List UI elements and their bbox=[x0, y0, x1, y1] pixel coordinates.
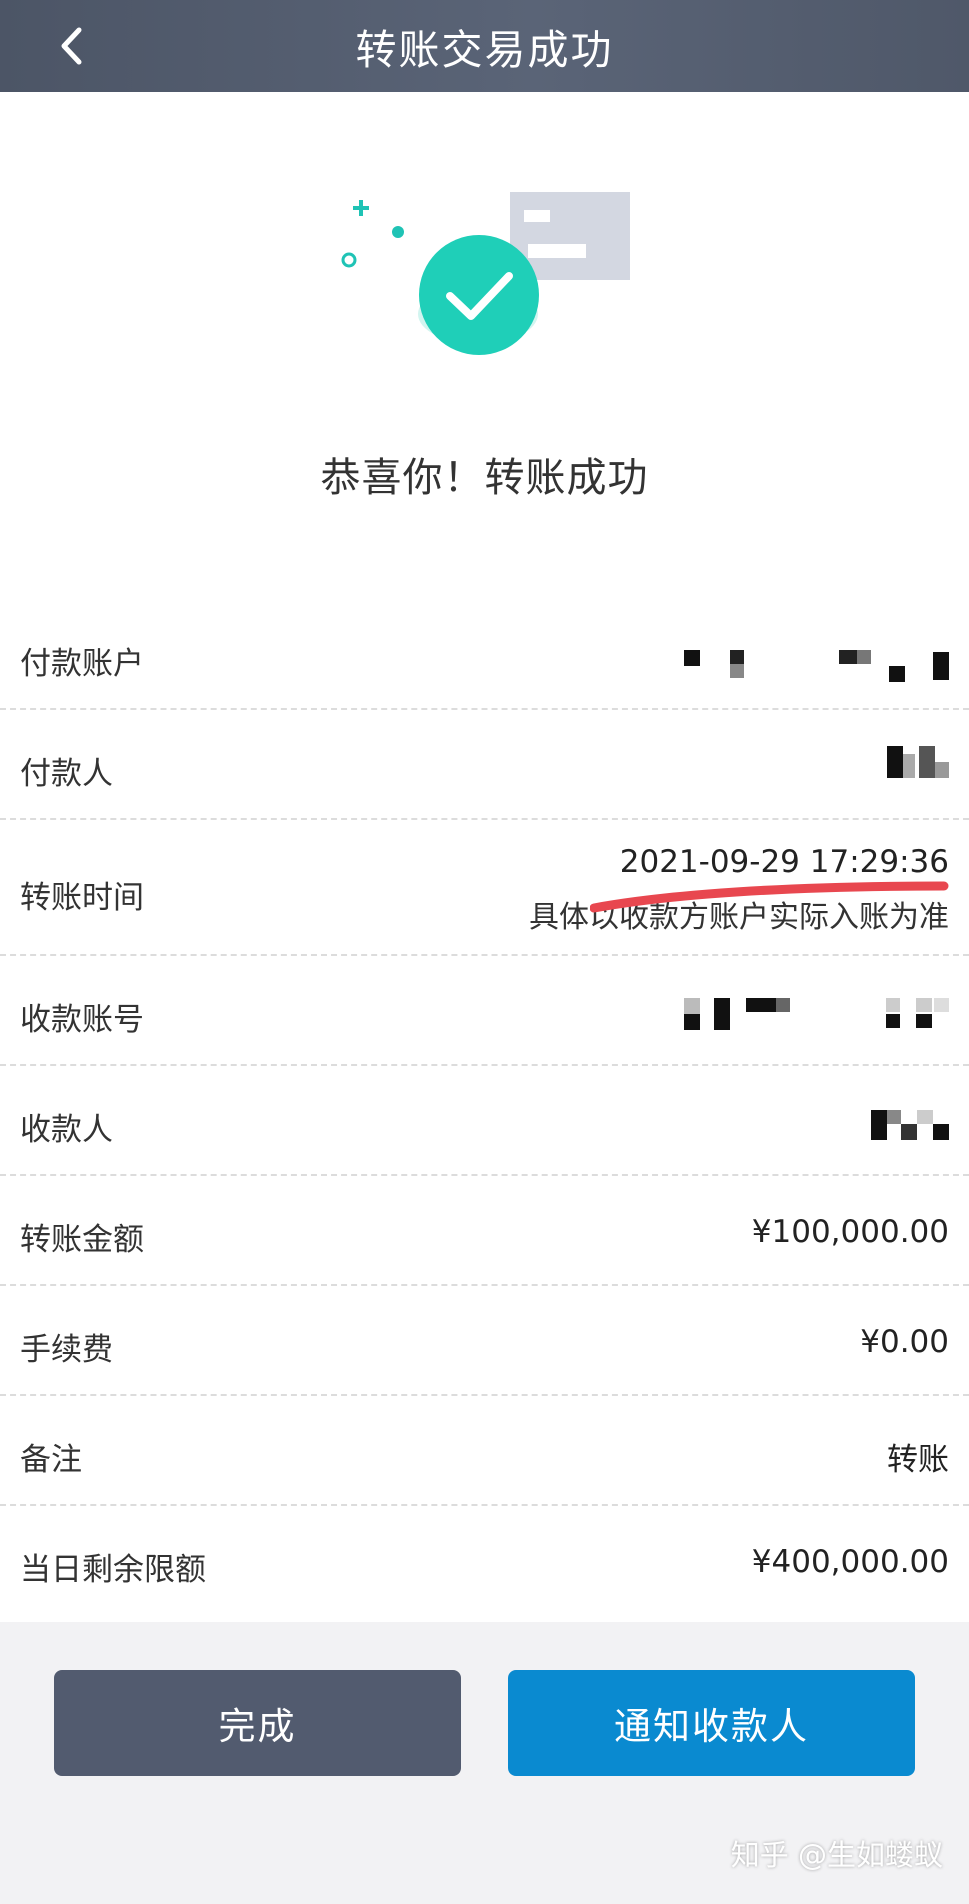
daily-limit-value: ¥400,000.00 bbox=[751, 1544, 949, 1580]
detail-label: 付款人 bbox=[20, 756, 113, 792]
detail-row-remark: 备注 转账 bbox=[0, 1396, 969, 1506]
notify-payee-button[interactable]: 通知收款人 bbox=[508, 1670, 915, 1776]
action-bar: 完成 通知收款人 知乎 @生如蝼蚁 bbox=[0, 1622, 969, 1904]
plus-sparkle-icon bbox=[353, 200, 369, 216]
watermark: 知乎 @生如蝼蚁 bbox=[730, 1838, 943, 1872]
success-illustration bbox=[320, 188, 640, 368]
detail-row-payer: 付款人 bbox=[0, 710, 969, 820]
chevron-left-icon bbox=[61, 27, 82, 65]
fee-value: ¥0.00 bbox=[860, 1324, 949, 1360]
success-message: 恭喜你！转账成功 bbox=[320, 455, 649, 501]
detail-label: 当日剩余限额 bbox=[20, 1552, 206, 1588]
detail-row-fee: 手续费 ¥0.00 bbox=[0, 1286, 969, 1396]
nav-bar: 转账交易成功 bbox=[0, 0, 969, 92]
detail-row-amount: 转账金额 ¥100,000.00 bbox=[0, 1176, 969, 1286]
amount-value: ¥100,000.00 bbox=[751, 1214, 949, 1250]
done-button[interactable]: 完成 bbox=[54, 1670, 461, 1776]
red-pen-annotation bbox=[590, 881, 949, 913]
masked-value bbox=[871, 1110, 949, 1140]
detail-row-daily-limit: 当日剩余限额 ¥400,000.00 bbox=[0, 1506, 969, 1616]
detail-row-transfer-time: 转账时间 2021-09-29 17:29:36 具体以收款方账户实际入账为准 bbox=[0, 820, 969, 956]
back-button[interactable] bbox=[40, 14, 104, 78]
transfer-details: 付款账户 付款人 转账时间 2021-09-29 17:29:36 具体以收款方… bbox=[0, 600, 969, 1616]
dot-sparkle-icon bbox=[392, 226, 404, 238]
masked-value bbox=[887, 746, 949, 778]
transfer-time-value: 2021-09-29 17:29:36 bbox=[619, 844, 949, 880]
detail-label: 手续费 bbox=[20, 1332, 113, 1368]
ring-sparkle-icon bbox=[341, 252, 357, 268]
page-title: 转账交易成功 bbox=[355, 26, 614, 74]
remark-value: 转账 bbox=[887, 1442, 949, 1478]
detail-label: 收款账号 bbox=[20, 1002, 144, 1038]
detail-label: 转账时间 bbox=[20, 880, 144, 916]
detail-label: 付款账户 bbox=[20, 646, 144, 682]
detail-row-payee: 收款人 bbox=[0, 1066, 969, 1176]
masked-value bbox=[684, 650, 949, 686]
detail-label: 备注 bbox=[20, 1442, 82, 1478]
detail-label: 转账金额 bbox=[20, 1222, 144, 1258]
masked-value bbox=[684, 998, 949, 1030]
detail-row-payee-account: 收款账号 bbox=[0, 956, 969, 1066]
check-circle-icon bbox=[419, 235, 539, 355]
detail-label: 收款人 bbox=[20, 1112, 113, 1148]
detail-row-payer-account: 付款账户 bbox=[0, 600, 969, 710]
